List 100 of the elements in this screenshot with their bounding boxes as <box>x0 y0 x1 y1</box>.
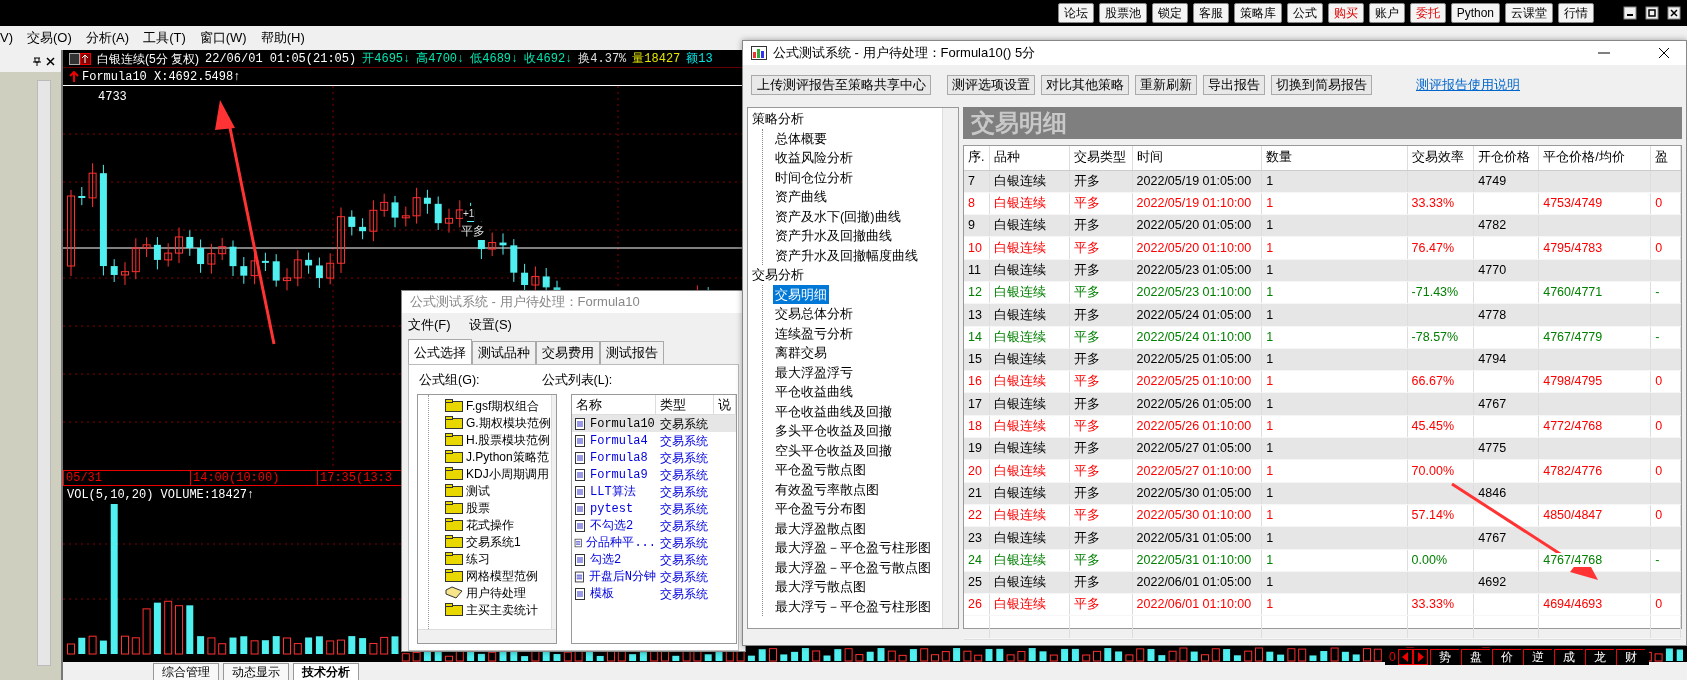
tree-item[interactable]: 多头平仓收益及回撤 <box>773 421 894 441</box>
toolbar-button[interactable]: 行情 <box>1558 3 1594 23</box>
scrollbar[interactable] <box>37 80 51 666</box>
tab[interactable]: 公式选择 <box>408 338 472 365</box>
menu-item[interactable]: 交易(O) <box>27 28 72 48</box>
toolbar-button[interactable]: 切换到简易报告 <box>1271 75 1372 95</box>
column-header[interactable]: 名称 <box>572 395 656 414</box>
menu-item[interactable]: 工具(T) <box>143 28 186 48</box>
tree-item[interactable]: 收益风险分析 <box>773 148 855 168</box>
tree-item[interactable]: 平仓盈亏分布图 <box>773 499 868 519</box>
column-header[interactable]: 交易效率 <box>1407 146 1474 170</box>
tree-item[interactable]: 交易系统1 <box>466 532 521 551</box>
column-header[interactable]: 类型 <box>656 395 714 414</box>
tree-item[interactable]: 最大浮亏－平仓盈亏柱形图 <box>773 596 933 616</box>
column-header[interactable]: 序. <box>964 146 990 170</box>
menu-item[interactable]: 帮助(H) <box>260 28 305 48</box>
column-header[interactable]: 说 <box>714 395 736 414</box>
menu-item[interactable]: 文件(F) <box>408 315 451 335</box>
toolbar-button[interactable]: 重新刷新 <box>1135 75 1197 95</box>
column-header[interactable]: 品种 <box>989 146 1070 170</box>
tree-item[interactable]: 最大浮盈浮亏 <box>773 362 855 382</box>
tree-item[interactable]: 空头平仓收益及回撤 <box>773 440 894 460</box>
tree-item[interactable]: 时间仓位分析 <box>773 167 855 187</box>
toolbar-button[interactable]: Python <box>1450 3 1500 23</box>
tree-section[interactable]: 交易分析 <box>752 265 942 285</box>
menu-item[interactable]: V) <box>0 28 13 48</box>
column-header[interactable]: 盈 <box>1650 146 1681 170</box>
strip-tab[interactable]: 盘 <box>1460 648 1490 665</box>
tab[interactable]: 测试品种 <box>472 340 536 365</box>
minimize-icon[interactable] <box>1623 6 1637 20</box>
list-row[interactable]: pytest 交易系统 <box>572 500 736 517</box>
list-row[interactable]: 勾选2 交易系统 <box>572 551 736 568</box>
toolbar-button[interactable]: 委托 <box>1409 3 1446 23</box>
column-header[interactable]: 交易类型 <box>1069 146 1133 170</box>
tree-item[interactable]: 最大浮盈－平仓盈亏散点图 <box>773 557 933 577</box>
column-header[interactable]: 平仓价格/均价 <box>1538 146 1651 170</box>
strip-tab[interactable]: 龙 <box>1584 648 1614 665</box>
tree-item[interactable]: 测试 <box>466 481 490 500</box>
tab[interactable]: 交易费用 <box>536 340 600 365</box>
tree-item[interactable]: 最大浮盈散点图 <box>773 518 868 538</box>
menu-item[interactable]: 设置(S) <box>468 315 512 335</box>
list-row[interactable]: 开盘后N分钟 交易系统 <box>572 568 736 585</box>
close-icon[interactable] <box>1658 47 1670 59</box>
tree-item[interactable]: H.股票模块范例 <box>466 430 550 449</box>
tree-item[interactable]: 最大浮盈－平仓盈亏柱形图 <box>773 538 933 558</box>
scrollbar[interactable] <box>942 108 958 628</box>
tree-item[interactable]: 交易明细 <box>773 284 829 304</box>
menu-item[interactable]: 分析(A) <box>85 28 130 48</box>
tree-item[interactable]: 资产升水及回撤曲线 <box>773 226 894 246</box>
toolbar-button[interactable]: 策略库 <box>1233 3 1282 23</box>
tree-item[interactable]: 平仓收益曲线及回撤 <box>773 401 894 421</box>
help-link[interactable]: 测评报告使用说明 <box>1416 75 1520 95</box>
strip-tab[interactable]: 势 <box>1429 648 1459 665</box>
toolbar-button[interactable]: 导出报告 <box>1203 75 1265 95</box>
toolbar-button[interactable]: 云课堂 <box>1505 3 1553 23</box>
toolbar-button[interactable]: 公式 <box>1286 3 1323 23</box>
toolbar-button[interactable]: 论坛 <box>1057 3 1094 23</box>
toolbar-button[interactable]: 账户 <box>1368 3 1405 23</box>
strip-tab[interactable]: 成 <box>1553 648 1583 665</box>
close-icon[interactable] <box>46 56 55 66</box>
bottom-tab[interactable]: 技术分析 <box>293 663 359 680</box>
tree-item[interactable]: 用户待处理 <box>466 583 526 602</box>
strip-tab[interactable]: 逆 <box>1522 648 1552 665</box>
column-header[interactable]: 开仓价格 <box>1473 146 1539 170</box>
close-icon[interactable] <box>1667 6 1681 20</box>
toolbar-button[interactable]: 锁定 <box>1151 3 1188 23</box>
list-row[interactable]: LLT算法 交易系统 <box>572 483 736 500</box>
nav-arrows-icon[interactable] <box>1397 648 1428 665</box>
tree-item[interactable]: 交易总体分析 <box>773 304 855 324</box>
toolbar-button[interactable]: 对比其他策略 <box>1041 75 1129 95</box>
tree-item[interactable]: 平仓收益曲线 <box>773 382 855 402</box>
menu-item[interactable]: 窗口(W) <box>199 28 247 48</box>
toolbar-button[interactable]: 购买 <box>1327 3 1364 23</box>
tree-item[interactable]: 主买主卖统计 <box>466 600 538 619</box>
tree-item[interactable]: 资产升水及回撤幅度曲线 <box>773 245 920 265</box>
list-row[interactable]: 不勾选2 交易系统 <box>572 517 736 534</box>
tree-item[interactable]: F.gsf期权组合 <box>466 396 540 415</box>
tree-item[interactable]: 花式操作 <box>466 515 514 534</box>
tree-item[interactable]: 平仓盈亏散点图 <box>773 460 868 480</box>
tree-item[interactable]: 资产及水下(回撤)曲线 <box>773 206 903 226</box>
tree-item[interactable]: 资产曲线 <box>773 187 829 207</box>
tree-item[interactable]: G.期权模块范例 <box>466 413 551 432</box>
list-row[interactable]: Formula4 交易系统 <box>572 432 736 449</box>
toolbar-button[interactable]: 股票池 <box>1098 3 1147 23</box>
scrollbar[interactable] <box>418 629 556 643</box>
tree-item[interactable]: 最大浮亏散点图 <box>773 577 868 597</box>
toolbar-button[interactable]: 测评选项设置 <box>947 75 1035 95</box>
list-row[interactable]: Formula10 交易系统 <box>572 415 736 432</box>
tree-item[interactable]: 股票 <box>466 498 490 517</box>
bottom-tab[interactable]: 动态显示 <box>223 663 289 680</box>
tree-item[interactable]: KDJ小周期调用 <box>466 464 549 483</box>
bottom-tab[interactable]: 综合管理 <box>153 663 219 680</box>
tab[interactable]: 测试报告 <box>600 340 664 365</box>
tree-item[interactable]: 总体概要 <box>773 128 829 148</box>
strip-tab[interactable]: 价 <box>1491 648 1521 665</box>
tree-item[interactable]: 有效盈亏率散点图 <box>773 479 881 499</box>
list-row[interactable]: Formula9 交易系统 <box>572 466 736 483</box>
list-row[interactable]: 模板 交易系统 <box>572 585 736 602</box>
list-row[interactable]: Formula8 交易系统 <box>572 449 736 466</box>
tree-section[interactable]: 策略分析 <box>752 109 942 129</box>
